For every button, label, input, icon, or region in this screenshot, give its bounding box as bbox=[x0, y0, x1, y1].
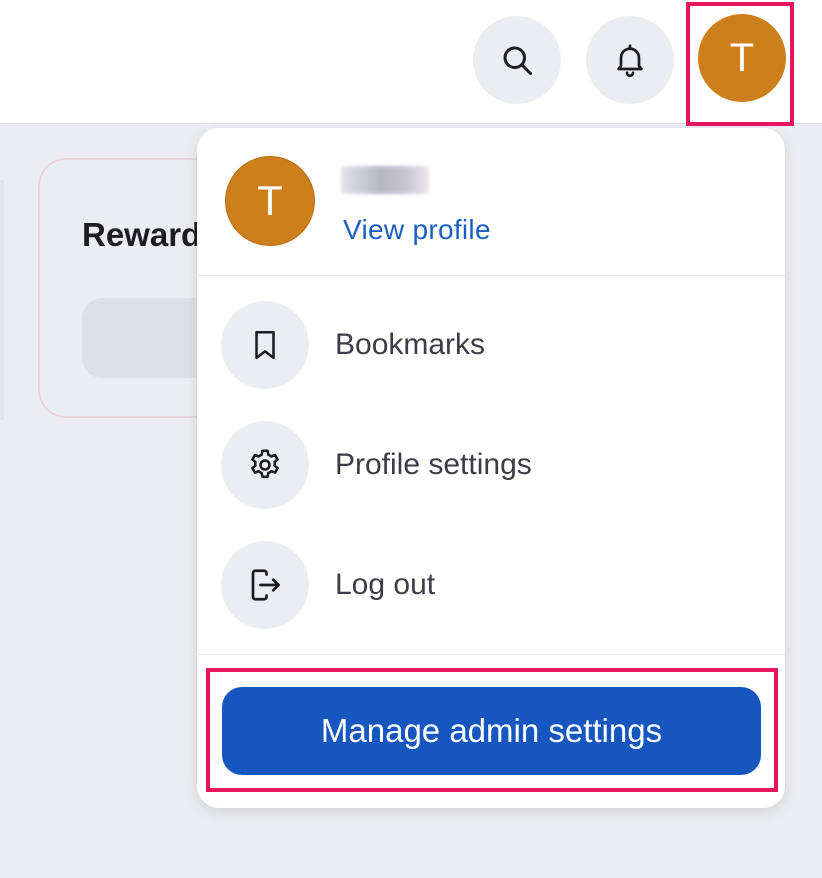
gear-icon bbox=[221, 421, 309, 509]
menu-item-profile-settings[interactable]: Profile settings bbox=[221, 420, 761, 510]
left-panel-edge bbox=[0, 180, 4, 420]
rewards-card-title: Reward bbox=[82, 216, 202, 253]
menu-item-bookmarks[interactable]: Bookmarks bbox=[221, 300, 761, 390]
avatar-highlight: T bbox=[686, 2, 794, 126]
menu-item-label: Log out bbox=[335, 568, 436, 601]
menu-item-label: Bookmarks bbox=[335, 328, 486, 361]
menu-item-label: Profile settings bbox=[335, 448, 532, 481]
menu-divider bbox=[197, 654, 785, 655]
notifications-button[interactable] bbox=[586, 16, 674, 104]
user-avatar-button[interactable]: T bbox=[698, 14, 786, 102]
manage-admin-settings-button[interactable]: Manage admin settings bbox=[222, 687, 761, 775]
search-button[interactable] bbox=[473, 16, 561, 104]
profile-avatar: T bbox=[225, 156, 315, 246]
logout-icon bbox=[221, 541, 309, 629]
top-bar: T bbox=[0, 0, 822, 126]
user-name-redacted bbox=[341, 166, 429, 194]
bell-icon bbox=[612, 42, 648, 78]
menu-item-log-out[interactable]: Log out bbox=[221, 540, 761, 630]
bookmark-icon bbox=[221, 301, 309, 389]
search-icon bbox=[499, 42, 535, 78]
view-profile-link[interactable]: View profile bbox=[343, 214, 491, 246]
profile-header: T View profile bbox=[197, 128, 785, 276]
